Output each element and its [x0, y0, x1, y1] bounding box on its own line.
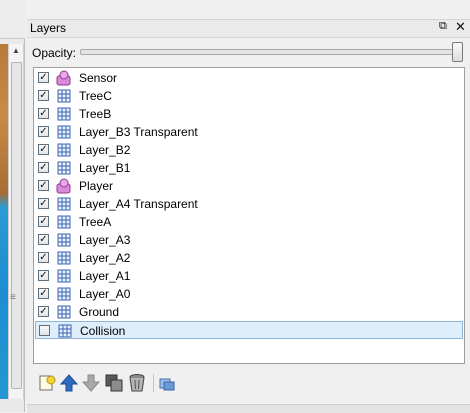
dock-title: Layers	[30, 21, 67, 35]
layer-name: Collision	[80, 324, 126, 338]
layer-row[interactable]: ✓ TreeB	[35, 105, 463, 123]
float-window-icon[interactable]: ⧉	[439, 20, 447, 33]
tile-layer-icon	[57, 269, 71, 283]
tile-layer-icon	[57, 251, 71, 265]
tile-layer-icon	[57, 107, 71, 121]
tile-layer-icon	[57, 233, 71, 247]
layer-visibility-checkbox[interactable]: ✓	[38, 216, 49, 227]
layer-name: Sensor	[79, 71, 118, 85]
layer-properties-button[interactable]	[157, 373, 177, 393]
object-layer-icon	[56, 178, 71, 194]
layer-row[interactable]: ✓ Player	[35, 177, 463, 195]
move-layer-up-button[interactable]	[59, 373, 79, 393]
layer-visibility-checkbox[interactable]: ✓	[38, 144, 49, 155]
layer-visibility-checkbox[interactable]: ✓	[38, 288, 49, 299]
layer-name: Ground	[79, 305, 120, 319]
layer-row[interactable]: ✓ Sensor	[35, 69, 463, 87]
layer-list[interactable]: ✓ Sensor ✓ TreeC ✓ TreeB ✓ Layer_B3 Transparent…	[33, 67, 465, 364]
tile-layer-icon	[57, 215, 71, 229]
layer-row[interactable]: ✓ Layer_B1	[35, 159, 463, 177]
splitter-grip-icon[interactable]: ≡	[10, 292, 16, 303]
layer-visibility-checkbox[interactable]: ✓	[38, 198, 49, 209]
tile-layer-icon	[57, 305, 71, 319]
scrollbar-thumb[interactable]	[11, 62, 22, 389]
trash-icon	[129, 374, 145, 392]
map-preview[interactable]	[0, 44, 8, 399]
layer-name: Layer_A4 Transparent	[79, 197, 198, 211]
opacity-slider-handle[interactable]	[452, 42, 463, 62]
layer-name: Layer_B3 Transparent	[79, 125, 198, 139]
layer-name: TreeC	[79, 89, 112, 103]
layer-row[interactable]: ✓ Layer_B3 Transparent	[35, 123, 463, 141]
tile-layer-icon	[57, 197, 71, 211]
layer-visibility-checkbox[interactable]: ✓	[38, 162, 49, 173]
layers-dock-titlebar: Layers ⧉ ✕	[27, 19, 470, 38]
layer-name: Layer_B2	[79, 143, 131, 157]
duplicate-layer-button[interactable]	[104, 373, 124, 393]
tile-layer-icon	[57, 89, 71, 103]
layer-visibility-checkbox[interactable]: ✓	[38, 108, 49, 119]
layer-row[interactable]: ✓ Layer_A2	[35, 249, 463, 267]
layer-visibility-checkbox[interactable]: ✓	[38, 306, 49, 317]
layer-name: Layer_A0	[79, 287, 131, 301]
layers-toolbar	[33, 369, 465, 397]
layer-row[interactable]: ✓ Layer_A0	[35, 285, 463, 303]
toolbar-separator	[153, 374, 154, 392]
map-toolbar-edge	[0, 0, 25, 39]
properties-icon	[159, 378, 175, 391]
move-layer-down-button[interactable]	[81, 373, 101, 393]
new-layer-icon	[39, 375, 56, 391]
opacity-slider[interactable]	[80, 49, 458, 55]
object-layer-icon	[56, 70, 71, 86]
layer-name: Layer_A3	[79, 233, 131, 247]
add-layer-button[interactable]	[37, 373, 57, 393]
tile-layer-icon	[57, 161, 71, 175]
layer-row[interactable]: ✓ Layer_A1	[35, 267, 463, 285]
layer-row[interactable]: ✓ TreeC	[35, 87, 463, 105]
layer-name: Layer_B1	[79, 161, 131, 175]
scroll-up-arrow-icon[interactable]: ▲	[9, 44, 23, 58]
layer-visibility-checkbox[interactable]: ✓	[39, 325, 50, 336]
layer-name: Layer_A1	[79, 269, 131, 283]
layer-visibility-checkbox[interactable]: ✓	[38, 234, 49, 245]
layer-row[interactable]: ✓ Collision	[35, 321, 463, 339]
layer-visibility-checkbox[interactable]: ✓	[38, 72, 49, 83]
layer-name: TreeA	[79, 215, 112, 229]
tile-layer-icon	[57, 287, 71, 301]
layer-name: TreeB	[79, 107, 112, 121]
layer-visibility-checkbox[interactable]: ✓	[38, 126, 49, 137]
layer-visibility-checkbox[interactable]: ✓	[38, 180, 49, 191]
tile-layer-icon	[58, 324, 72, 338]
layer-row[interactable]: ✓ TreeA	[35, 213, 463, 231]
layer-row[interactable]: ✓ Layer_A4 Transparent	[35, 195, 463, 213]
arrow-down-icon	[81, 374, 101, 392]
tile-layer-icon	[57, 143, 71, 157]
close-icon[interactable]: ✕	[455, 19, 466, 35]
layer-visibility-checkbox[interactable]: ✓	[38, 90, 49, 101]
layer-visibility-checkbox[interactable]: ✓	[38, 252, 49, 263]
map-vertical-scrollbar[interactable]: ▲	[8, 44, 24, 399]
arrow-up-icon	[59, 374, 79, 392]
layer-row[interactable]: ✓ Layer_B2	[35, 141, 463, 159]
layer-row[interactable]: ✓ Layer_A3	[35, 231, 463, 249]
layer-row[interactable]: ✓ Ground	[35, 303, 463, 321]
layer-name: Layer_A2	[79, 251, 131, 265]
tile-layer-icon	[57, 125, 71, 139]
layer-visibility-checkbox[interactable]: ✓	[38, 270, 49, 281]
layer-name: Player	[79, 179, 114, 193]
delete-layer-button[interactable]	[127, 373, 147, 393]
duplicate-icon	[105, 374, 123, 392]
opacity-label: Opacity:	[32, 46, 77, 60]
